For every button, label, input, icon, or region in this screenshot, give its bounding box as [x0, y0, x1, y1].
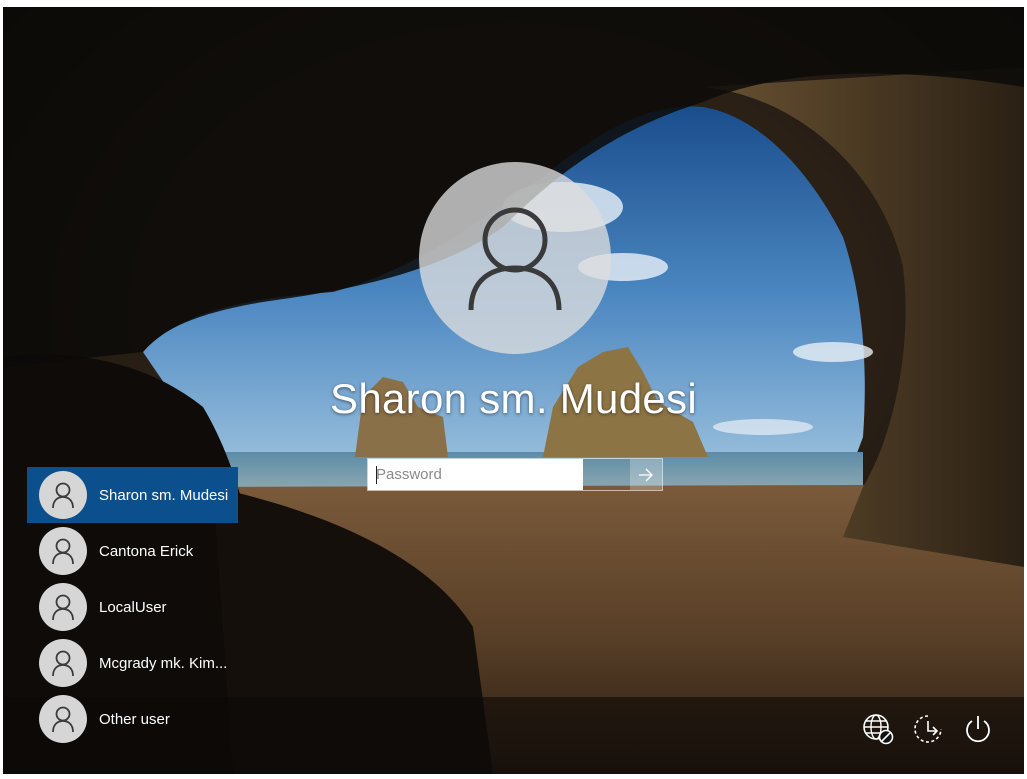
corner-icons	[860, 711, 996, 747]
user-name: Cantona Erick	[99, 542, 194, 560]
person-icon	[52, 482, 74, 508]
user-avatar	[39, 583, 87, 631]
person-icon	[52, 706, 74, 732]
arrow-right-icon	[639, 468, 653, 481]
user-item-localuser[interactable]: LocalUser	[27, 579, 238, 635]
network-icon	[863, 714, 894, 745]
ease-of-access-icon	[914, 715, 942, 743]
password-input[interactable]	[368, 459, 583, 490]
user-item-other[interactable]: Other user	[27, 691, 238, 747]
person-icon	[52, 538, 74, 564]
network-button[interactable]	[860, 711, 896, 747]
user-avatar	[39, 527, 87, 575]
text-caret	[376, 466, 377, 484]
power-icon	[966, 716, 990, 743]
person-icon	[468, 207, 562, 310]
submit-button[interactable]	[630, 459, 662, 490]
person-icon	[52, 650, 74, 676]
user-avatar-large	[419, 162, 611, 354]
password-field-container	[367, 458, 663, 491]
ease-of-access-button[interactable]	[910, 711, 946, 747]
user-avatar	[39, 639, 87, 687]
user-avatar	[39, 471, 87, 519]
user-name: Sharon sm. Mudesi	[99, 486, 229, 504]
user-item-mcgrady[interactable]: Mcgrady mk. Kim...	[27, 635, 238, 691]
user-item-sharon[interactable]: Sharon sm. Mudesi	[27, 467, 238, 523]
lock-screen: Sharon sm. Mudesi Sharon sm. Mudesi Cant…	[3, 7, 1024, 774]
user-name: LocalUser	[99, 598, 167, 616]
user-item-cantona[interactable]: Cantona Erick	[27, 523, 238, 579]
user-name: Other user	[99, 710, 170, 728]
power-button[interactable]	[960, 711, 996, 747]
person-icon	[52, 594, 74, 620]
user-name: Mcgrady mk. Kim...	[99, 654, 228, 672]
user-avatar	[39, 695, 87, 743]
selected-user-name: Sharon sm. Mudesi	[330, 375, 697, 422]
user-list: Sharon sm. Mudesi Cantona Erick LocalUse…	[27, 467, 238, 747]
